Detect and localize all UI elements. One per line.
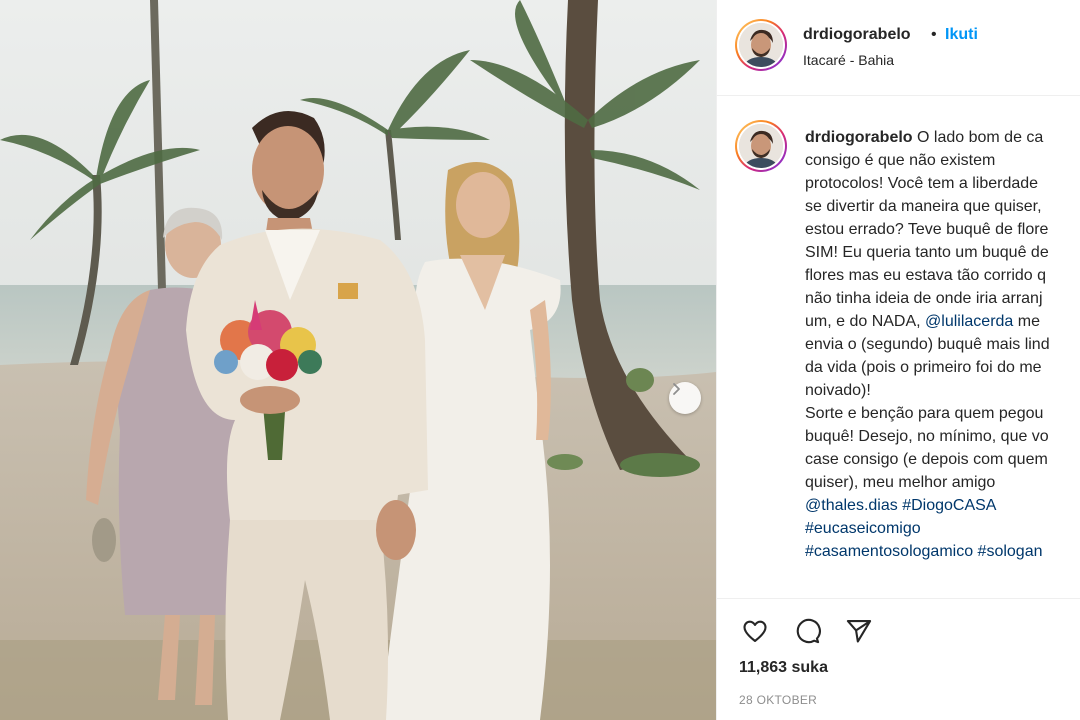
post-author-username[interactable]: drdiogorabelo	[803, 26, 911, 44]
post-sidebar: drdiogorabelo • Ikuti Itacaré - Bahia dr…	[716, 0, 1080, 720]
caption-section: drdiogorabelo O lado bom de ca consigo é…	[717, 96, 1080, 596]
next-photo-button[interactable]	[669, 382, 701, 414]
caption-line: quiser), meu melhor amigo	[805, 474, 996, 491]
wedding-photo	[0, 0, 716, 720]
chevron-right-icon	[673, 383, 680, 395]
profile-picture	[739, 23, 783, 67]
post-header: drdiogorabelo • Ikuti Itacaré - Bahia	[717, 0, 1080, 96]
caption-line: da vida (pois o primeiro foi do me	[805, 359, 1042, 376]
mention-link[interactable]: @thales.dias	[805, 497, 898, 514]
post-photo[interactable]	[0, 0, 716, 720]
send-icon	[846, 620, 872, 643]
post-caption: drdiogorabelo O lado bom de ca consigo é…	[805, 126, 1080, 563]
follow-button[interactable]: Ikuti	[945, 26, 978, 44]
caption-line: O lado bom de ca	[917, 129, 1044, 146]
caption-line: estou errado? Teve buquê de flore	[805, 221, 1049, 238]
caption-line: consigo é que não existem	[805, 152, 996, 169]
caption-line: case consigo (e depois com quem	[805, 451, 1048, 468]
post-actions: 11,863 suka 28 OKTOBER	[717, 598, 1080, 720]
hashtag-link[interactable]: #DiogoCASA	[902, 497, 996, 514]
caption-line: um, e do NADA,	[805, 313, 926, 330]
caption-username[interactable]: drdiogorabelo	[805, 129, 913, 146]
profile-picture	[739, 124, 783, 168]
caption-line: buquê! Desejo, no mínimo, que vo	[805, 428, 1049, 445]
comment-button[interactable]	[789, 613, 825, 649]
avatar[interactable]	[735, 19, 787, 71]
caption-line: Sorte e benção para quem pegou	[805, 405, 1044, 422]
post-location[interactable]: Itacaré - Bahia	[803, 52, 894, 68]
caption-line: noivado)!	[805, 382, 871, 399]
caption-line: se divertir da maneira que quiser,	[805, 198, 1042, 215]
caption-line: me	[1013, 313, 1040, 330]
caption-line: envia o (segundo) buquê mais lind	[805, 336, 1050, 353]
heart-icon	[743, 620, 767, 642]
mention-link[interactable]: @lulilacerda	[925, 313, 1013, 330]
like-button[interactable]	[737, 613, 773, 649]
share-button[interactable]	[841, 613, 877, 649]
hashtag-link[interactable]: #sologan	[978, 543, 1043, 560]
caption-line: protocolos! Você tem a liberdade	[805, 175, 1039, 192]
separator-dot: •	[931, 26, 937, 43]
post-date[interactable]: 28 OKTOBER	[739, 693, 817, 707]
caption-line: SIM! Eu queria tanto um buquê de	[805, 244, 1049, 261]
like-count[interactable]: 11,863 suka	[739, 659, 828, 677]
comment-icon	[796, 618, 821, 644]
hashtag-link[interactable]: #eucaseicomigo	[805, 520, 921, 537]
avatar[interactable]	[735, 120, 787, 172]
caption-line: flores mas eu estava tão corrido q	[805, 267, 1047, 284]
hashtag-link[interactable]: #casamentosologamico	[805, 543, 973, 560]
caption-line: não tinha ideia de onde iria arranj	[805, 290, 1043, 307]
